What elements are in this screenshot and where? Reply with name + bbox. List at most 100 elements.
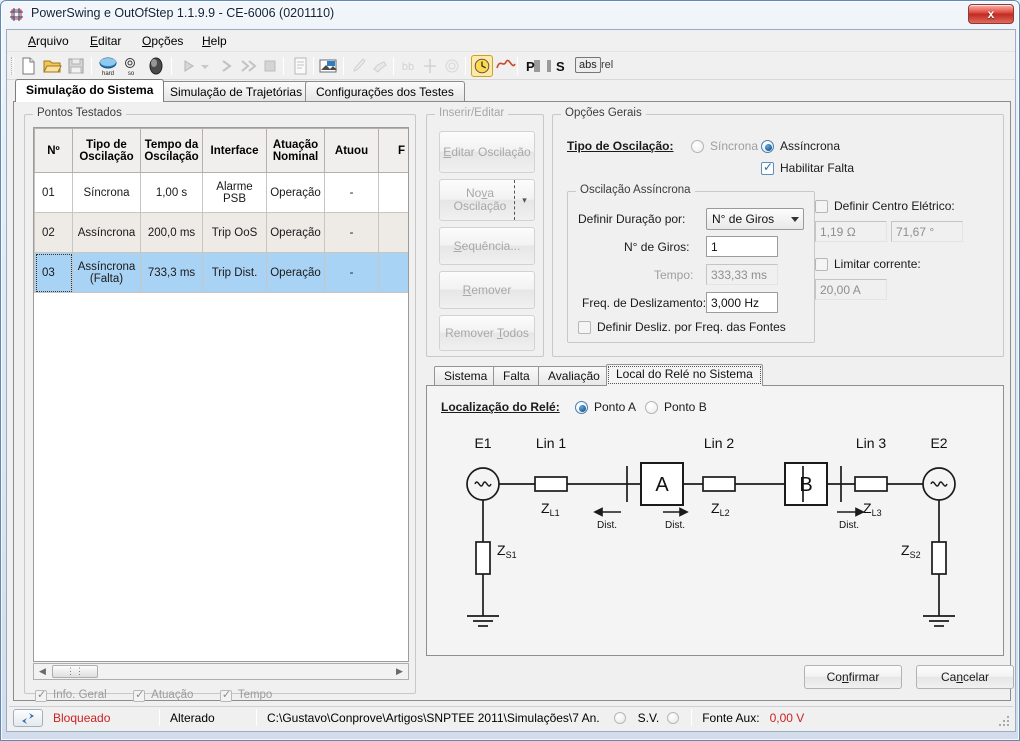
check-atuacao[interactable]: Atuação [133, 688, 193, 702]
pontos-testados-group: Pontos Testados Nº Tipo de Oscilação Tem… [24, 107, 416, 702]
status-state: Bloqueado [53, 710, 111, 725]
remover-button[interactable]: Remover [439, 271, 535, 309]
cell-f [378, 252, 408, 293]
nova-oscilacao-button[interactable]: Nova Oscilação ▾ [439, 179, 535, 221]
fast-forward-icon[interactable] [237, 55, 259, 77]
save-disk-icon[interactable] [65, 55, 87, 77]
pointer-cross-icon[interactable]: bb [397, 55, 419, 77]
tab-configuracoes-dos-testes[interactable]: Configurações dos Testes [305, 81, 465, 102]
col-numero[interactable]: Nº [34, 128, 73, 173]
checkbox-box [35, 688, 47, 702]
report-icon[interactable] [289, 55, 311, 77]
col-interface[interactable]: Interface [202, 128, 267, 173]
menu-help[interactable]: Help [195, 33, 234, 49]
scrollbar-thumb[interactable]: ⋮⋮ [52, 665, 98, 678]
table-row[interactable]: 02 Assíncrona 200,0 ms Trip OoS Operação… [34, 212, 408, 253]
radio-ponto-a[interactable]: Ponto A [575, 400, 636, 414]
diagram-label-lin2: Lin 2 [704, 435, 735, 451]
open-folder-icon[interactable] [41, 55, 63, 77]
menu-opcoes[interactable]: Opções [135, 33, 190, 49]
cell-interface: Trip OoS [202, 212, 267, 253]
check-tempo[interactable]: Tempo [219, 688, 272, 702]
col-tempo-oscilacao[interactable]: Tempo da Oscilação [140, 128, 203, 173]
checkbox-limitar-corrente[interactable]: Limitar corrente: [815, 257, 921, 271]
status-changed: Alterado [170, 710, 215, 725]
menu-arquivo[interactable]: Arquivo [21, 33, 76, 49]
cancelar-button[interactable]: Cancelar [916, 665, 1014, 689]
new-file-icon[interactable] [17, 55, 39, 77]
abs-button[interactable]: abs [575, 57, 601, 73]
checkbox-box [219, 688, 232, 702]
eraser-icon[interactable] [369, 55, 391, 77]
cell-numero: 01 [34, 172, 73, 213]
step-icon[interactable] [215, 55, 237, 77]
menu-editar[interactable]: Editar [83, 33, 128, 49]
freq-deslizamento-input[interactable]: 3,000 Hz [706, 292, 778, 313]
spiral-icon[interactable] [441, 55, 463, 77]
chevron-down-icon[interactable]: ▾ [514, 180, 534, 220]
hardware-icon[interactable]: hard [97, 55, 119, 77]
stop-icon[interactable] [259, 55, 281, 77]
radio-label: Ponto B [664, 400, 707, 414]
play-icon[interactable] [177, 55, 199, 77]
app-icon [10, 7, 26, 23]
confirmar-button[interactable]: Confirmar [804, 665, 902, 689]
brush-icon[interactable] [347, 55, 369, 77]
tab-simulacao-de-trajetorias[interactable]: Simulação de Trajetórias [159, 81, 314, 102]
scroll-right-arrow-icon[interactable]: ▶ [392, 664, 407, 679]
n-giros-input[interactable]: 1 [706, 236, 778, 257]
col-atuou[interactable]: Atuou [324, 128, 379, 173]
definir-duracao-combo[interactable]: N° de Giros [706, 208, 804, 230]
subtab-local-do-rele-no-sistema[interactable]: Local do Relé no Sistema [606, 364, 763, 386]
radio-ponto-b[interactable]: Ponto B [645, 400, 707, 414]
remover-todos-button[interactable]: Remover Todos [439, 315, 535, 351]
subtab-sistema[interactable]: Sistema [434, 366, 498, 386]
checkbox-desliz-fontes[interactable]: Definir Desliz. por Freq. das Fontes [578, 320, 786, 334]
crosshair-icon[interactable] [419, 55, 441, 77]
status-sv-label: S.V. [637, 710, 660, 725]
svg-text:bb: bb [402, 61, 414, 73]
cell-f [378, 212, 408, 253]
radio-assincrona[interactable]: Assíncrona [761, 139, 840, 153]
radio-sincrona[interactable]: Síncrona [691, 139, 758, 153]
sequencia-button[interactable]: Sequência... [439, 227, 535, 265]
software-icon[interactable]: so [121, 55, 143, 77]
phasor-s-icon[interactable]: S [545, 55, 567, 77]
tab-panel-simulacao-do-sistema: Pontos Testados Nº Tipo de Oscilação Tem… [13, 101, 1014, 702]
col-tipo-oscilacao[interactable]: Tipo de Oscilação [72, 128, 141, 173]
table-row-selected[interactable]: 03 Assíncrona (Falta) 733,3 ms Trip Dist… [34, 252, 408, 293]
n-giros-label: N° de Giros: [624, 240, 690, 254]
toolbar-grip[interactable] [11, 57, 14, 75]
table-row[interactable]: 01 Síncrona 1,00 s Alarme PSB Operação - [34, 172, 408, 213]
check-info-geral[interactable]: Info. Geral [35, 688, 107, 702]
mouse-icon[interactable] [145, 55, 167, 77]
oscilacao-assincrona-label: Oscilação Assíncrona [576, 184, 695, 196]
title-bar: PowerSwing e OutOfStep 1.1.9.9 - CE-6006… [1, 1, 1019, 29]
sine-wave-icon[interactable] [495, 55, 517, 77]
export-icon[interactable] [317, 55, 339, 77]
checkbox-definir-centro-eletrico[interactable]: Definir Centro Elétrico: [815, 199, 955, 213]
radio-label: Síncrona [710, 139, 759, 153]
cell-atuou: - [324, 212, 379, 253]
subtab-falta[interactable]: Falta [493, 366, 540, 386]
col-atuacao-nominal[interactable]: Atuação Nominal [266, 128, 325, 173]
editar-oscilacao-button[interactable]: Editar Oscilação [439, 131, 535, 173]
close-button[interactable]: x [968, 4, 1014, 24]
resize-grip-icon[interactable] [998, 714, 1010, 726]
tab-simulacao-do-sistema[interactable]: Simulação do Sistema [15, 79, 165, 102]
sync-arrows-icon[interactable] [13, 708, 43, 727]
pontos-testados-grid[interactable]: Nº Tipo de Oscilação Tempo da Oscilação … [33, 127, 409, 662]
subtab-avaliacao[interactable]: Avaliação [538, 366, 610, 386]
clock-icon[interactable] [471, 55, 493, 77]
phasor-p-icon[interactable]: P [521, 55, 543, 77]
tipo-de-oscilacao-label: Tipo de Oscilação: [567, 139, 674, 153]
grid-horizontal-scrollbar[interactable]: ◀ ⋮⋮ ▶ [33, 663, 409, 680]
checkbox-habilitar-falta[interactable]: Habilitar Falta [761, 160, 854, 175]
opcoes-gerais-group: Opções Gerais Tipo de Oscilação: Síncron… [552, 107, 1004, 357]
diagram-impedance-zl1: ZL1 [541, 500, 560, 518]
table-header-row: Nº Tipo de Oscilação Tempo da Oscilação … [34, 128, 408, 173]
rel-button[interactable]: rel [601, 59, 613, 71]
diagram-label-lin1: Lin 1 [536, 435, 567, 451]
scroll-left-arrow-icon[interactable]: ◀ [35, 664, 50, 679]
col-f-partial[interactable]: F [378, 128, 408, 173]
